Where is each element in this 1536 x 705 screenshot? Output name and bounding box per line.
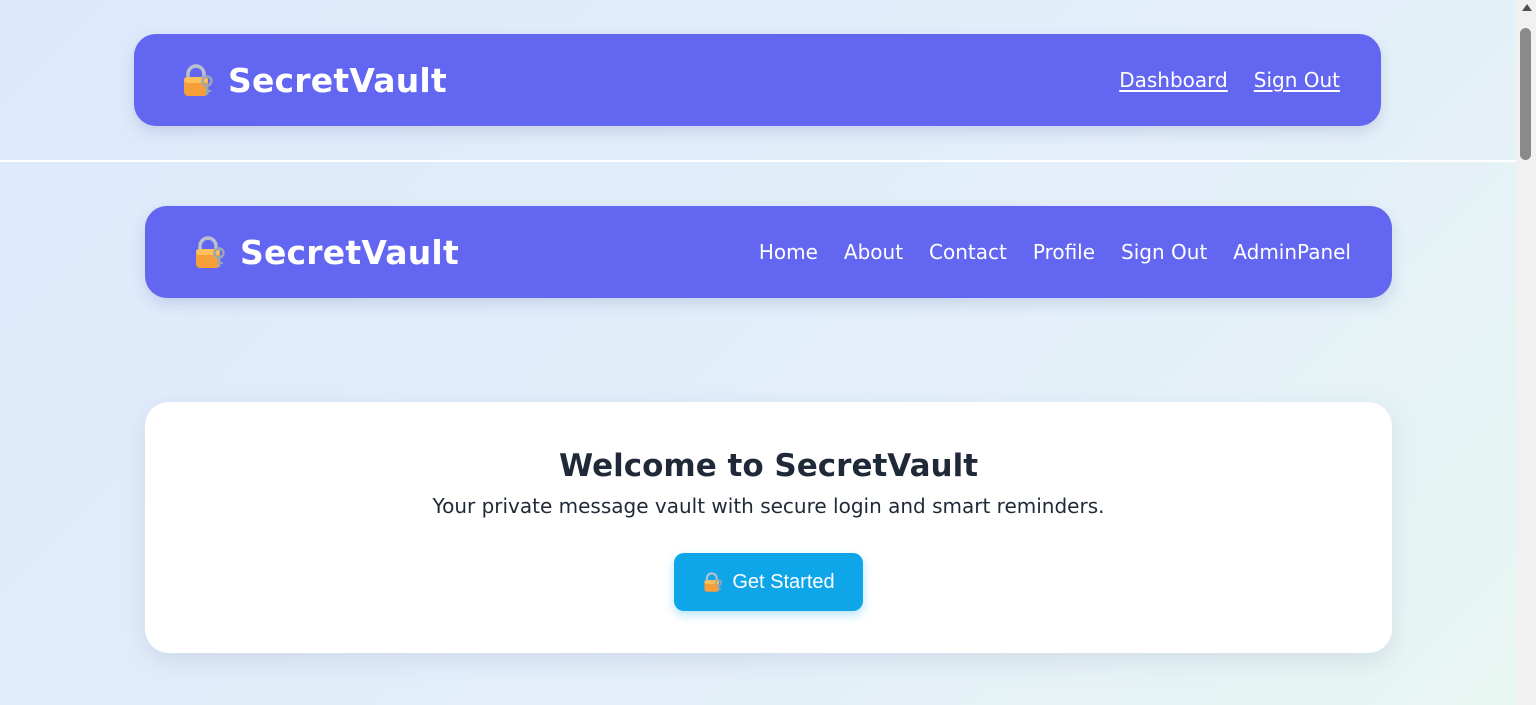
get-started-label: Get Started: [732, 570, 835, 593]
nav-link-home[interactable]: Home: [759, 240, 818, 264]
brand-name: SecretVault: [240, 232, 459, 272]
lock-with-key-icon: [702, 571, 724, 593]
nav-link-contact[interactable]: Contact: [929, 240, 1007, 264]
nav-link-sign-out[interactable]: Sign Out: [1254, 68, 1340, 92]
get-started-button[interactable]: Get Started: [674, 553, 863, 611]
brand[interactable]: SecretVault: [192, 233, 459, 272]
nav-link-admin-panel[interactable]: AdminPanel: [1233, 240, 1351, 264]
hero-subtitle: Your private message vault with secure l…: [432, 494, 1105, 518]
top-nav-links: Dashboard Sign Out: [1119, 68, 1340, 92]
lock-with-key-icon: [192, 234, 228, 270]
scroll-thumb[interactable]: [1520, 28, 1531, 160]
hero-card: Welcome to SecretVault Your private mess…: [145, 402, 1392, 653]
nav-link-dashboard[interactable]: Dashboard: [1119, 68, 1228, 92]
nav-link-sign-out[interactable]: Sign Out: [1121, 240, 1207, 264]
nav-link-profile[interactable]: Profile: [1033, 240, 1095, 264]
section-divider: [0, 160, 1516, 162]
lock-with-key-icon: [180, 62, 216, 98]
main-nav-links: Home About Contact Profile Sign Out Admi…: [759, 240, 1351, 264]
brand[interactable]: SecretVault: [180, 61, 447, 100]
nav-link-about[interactable]: About: [844, 240, 903, 264]
main-navbar: SecretVault Home About Contact Profile S…: [145, 206, 1392, 298]
top-navbar: SecretVault Dashboard Sign Out: [134, 34, 1381, 126]
hero-title: Welcome to SecretVault: [558, 448, 979, 484]
scroll-up-arrow-icon[interactable]: [1522, 4, 1532, 11]
vertical-scrollbar[interactable]: [1516, 0, 1536, 705]
brand-name: SecretVault: [228, 60, 447, 100]
